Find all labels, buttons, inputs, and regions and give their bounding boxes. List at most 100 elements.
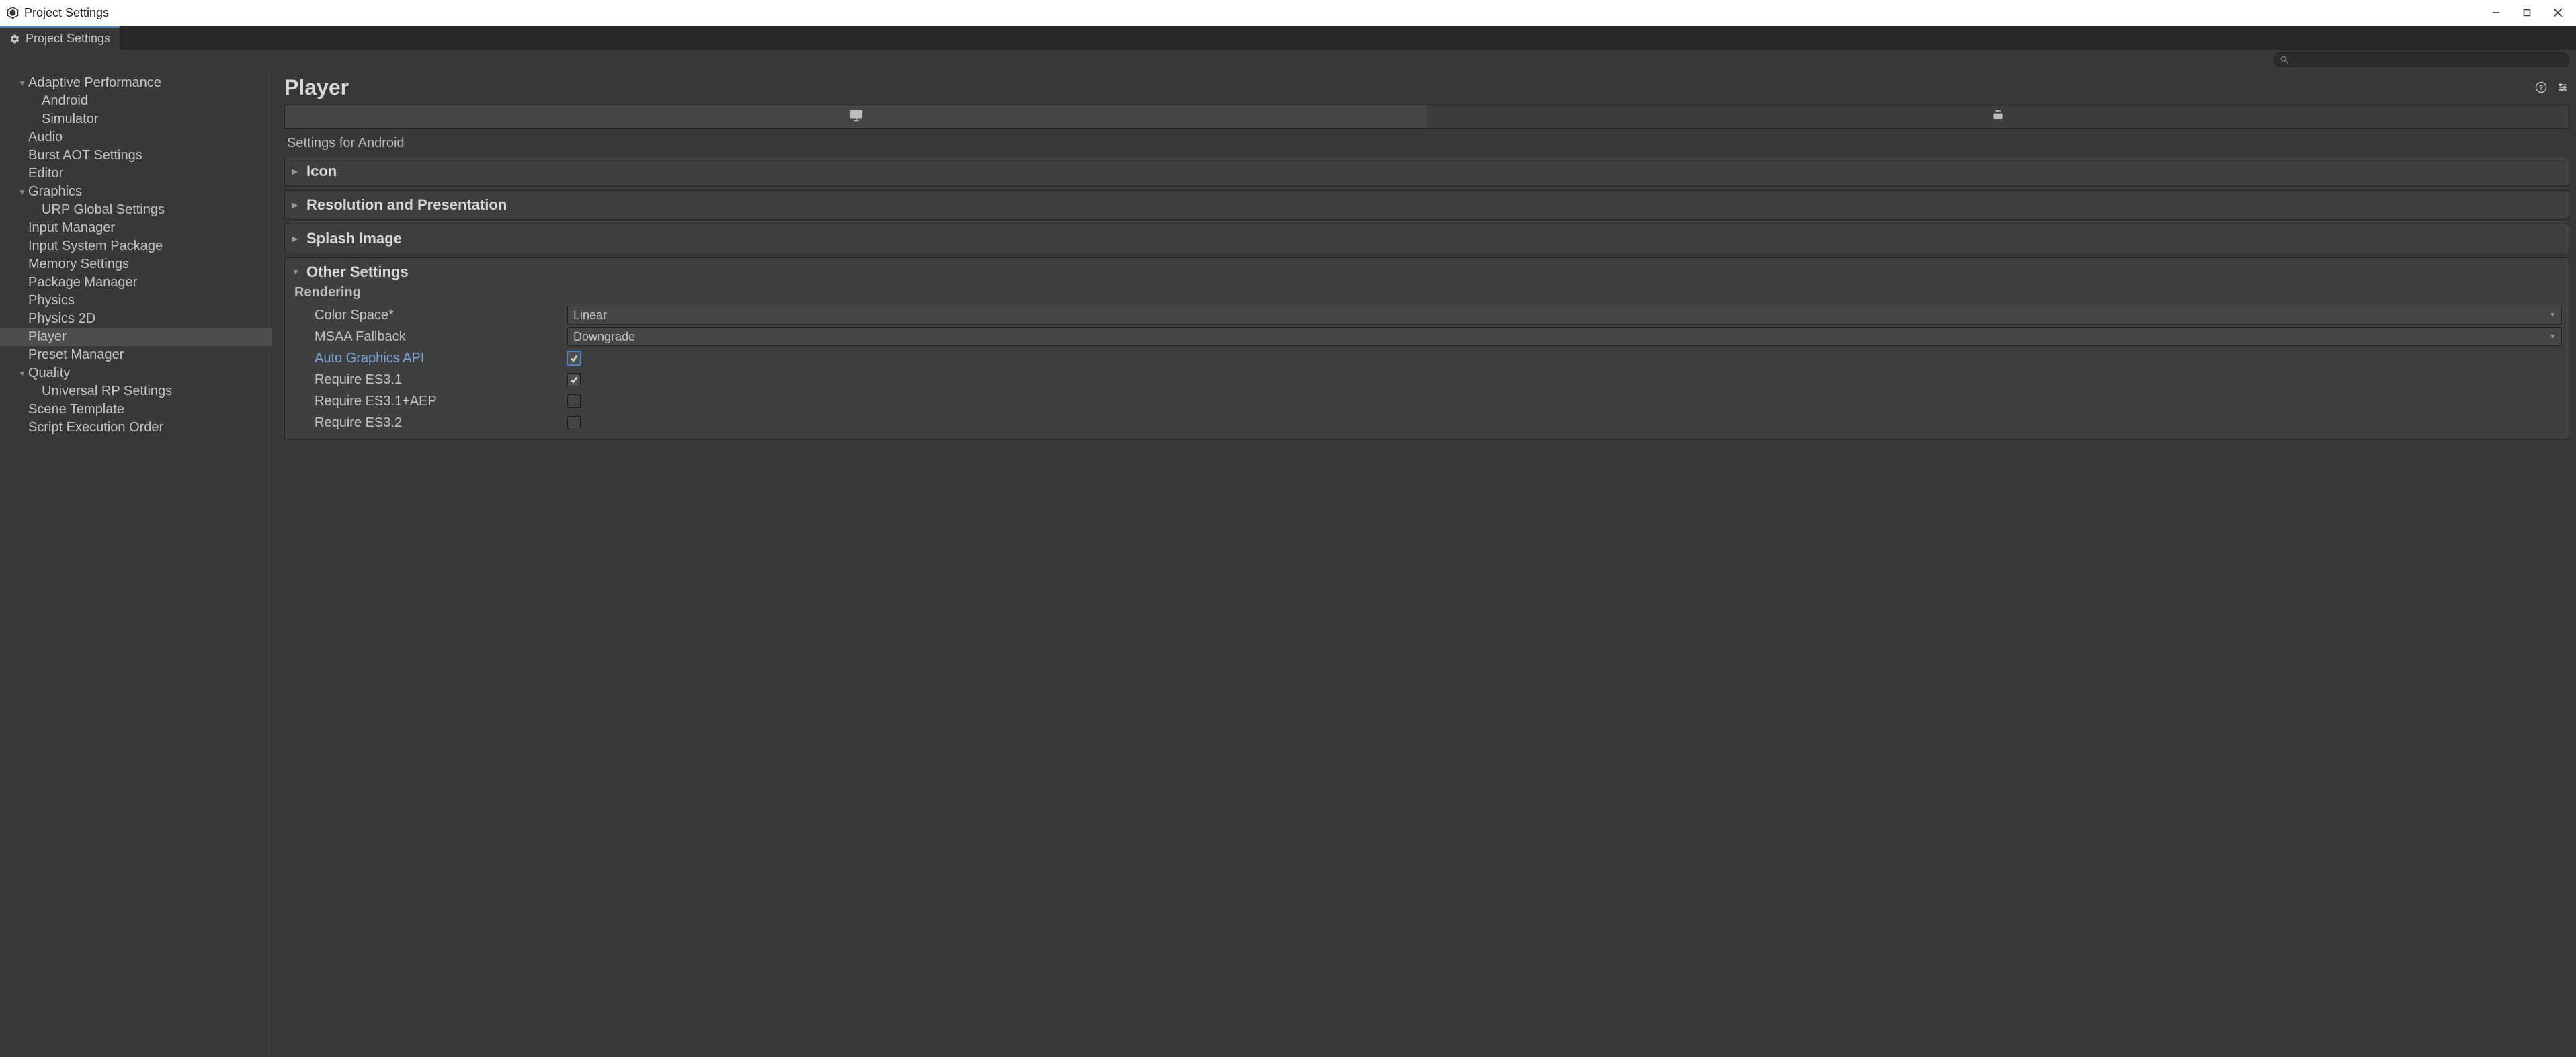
sidebar-item-simulator[interactable]: Simulator [0,110,272,128]
sidebar-item-label: Physics [28,293,75,308]
sidebar-item-label: Preset Manager [28,347,124,363]
platform-tab-standalone[interactable] [285,105,1427,128]
require-es31-checkbox[interactable] [567,373,581,386]
sidebar-item-label: Scene Template [28,402,124,417]
window-minimize-button[interactable] [2481,0,2511,26]
sidebar-item-urp-global-settings[interactable]: URP Global Settings [0,201,272,219]
sidebar-item-scene-template[interactable]: Scene Template [0,400,272,419]
sidebar-item-label: Memory Settings [28,257,129,272]
toolbar [0,50,2576,70]
msaa-fallback-dropdown[interactable]: Downgrade ▼ [567,327,2562,346]
property-require-es32: Require ES3.2 [292,412,2562,433]
platform-tab-android[interactable] [1427,105,2569,128]
tab-label: Project Settings [26,32,110,46]
sidebar-item-input-manager[interactable]: Input Manager [0,219,272,237]
sidebar-item-label: Universal RP Settings [42,384,172,399]
property-require-es31aep: Require ES3.1+AEP [292,390,2562,412]
sidebar-item-label: Simulator [42,112,98,127]
property-require-es31: Require ES3.1 [292,369,2562,390]
property-color-space: Color Space* Linear ▼ [292,304,2562,326]
property-auto-graphics-api: Auto Graphics API [292,347,2562,369]
foldout-label: Icon [306,163,337,180]
preset-icon[interactable] [2556,81,2569,94]
sidebar-item-input-system-package[interactable]: Input System Package [0,237,272,255]
property-label: Require ES3.2 [292,415,567,431]
sidebar-item-quality[interactable]: ▼Quality [0,364,272,382]
sidebar-item-label: Graphics [28,184,82,200]
chevron-right-icon: ▶ [292,200,300,210]
require-es32-checkbox[interactable] [567,416,581,429]
sidebar-item-android[interactable]: Android [0,92,272,110]
gear-icon [9,34,20,44]
sidebar-item-audio[interactable]: Audio [0,128,272,146]
require-es31aep-checkbox[interactable] [567,394,581,408]
sidebar-item-label: URP Global Settings [42,202,165,218]
sidebar-item-physics[interactable]: Physics [0,292,272,310]
foldout-resolution-presentation[interactable]: ▶ Resolution and Presentation [284,190,2569,220]
sidebar-item-label: Editor [28,166,63,181]
unity-icon [5,5,20,20]
sidebar-item-label: Script Execution Order [28,420,163,435]
sidebar-item-label: Package Manager [28,275,137,290]
sidebar-item-universal-rp-settings[interactable]: Universal RP Settings [0,382,272,400]
foldout-header[interactable]: ▼ Other Settings [292,263,2562,281]
rendering-heading: Rendering [294,285,2562,300]
svg-text:?: ? [2539,84,2543,92]
window-maximize-button[interactable] [2511,0,2542,26]
search-field-wrap[interactable] [2274,52,2569,67]
sidebar-item-burst-aot-settings[interactable]: Burst AOT Settings [0,146,272,165]
help-icon[interactable]: ? [2534,81,2548,94]
search-icon [2280,55,2289,65]
search-input[interactable] [2293,55,2563,65]
sidebar-item-label: Player [28,329,67,345]
color-space-dropdown[interactable]: Linear ▼ [567,306,2562,325]
window-titlebar: Project Settings [0,0,2576,26]
sidebar-item-player[interactable]: Player [0,328,272,346]
dropdown-value: Linear [573,308,607,323]
sidebar-item-label: Android [42,93,88,109]
chevron-down-icon: ▼ [17,79,27,88]
foldout-label: Other Settings [306,263,409,281]
sidebar-item-memory-settings[interactable]: Memory Settings [0,255,272,273]
property-label: Require ES3.1+AEP [292,394,567,409]
sidebar-item-package-manager[interactable]: Package Manager [0,273,272,292]
sidebar-item-editor[interactable]: Editor [0,165,272,183]
sidebar-item-graphics[interactable]: ▼Graphics [0,183,272,201]
android-icon [1991,109,2005,126]
sidebar-item-script-execution-order[interactable]: Script Execution Order [0,419,272,437]
chevron-down-icon: ▼ [2549,312,2556,319]
chevron-down-icon: ▼ [2549,333,2556,341]
sidebar-item-label: Physics 2D [28,311,95,327]
body: ▼Adaptive PerformanceAndroid SimulatorAud… [0,70,2576,1057]
monitor-icon [849,108,864,126]
sidebar-item-adaptive-performance[interactable]: ▼Adaptive Performance [0,74,272,92]
foldout-other-settings: ▼ Other Settings Rendering Color Space* … [284,257,2569,439]
sidebar-item-label: Burst AOT Settings [28,148,142,163]
tab-project-settings[interactable]: Project Settings [0,26,120,50]
main-header: Player ? [284,74,2569,101]
property-msaa-fallback: MSAA Fallback Downgrade ▼ [292,326,2562,347]
sidebar-item-physics-2d[interactable]: Physics 2D [0,310,272,328]
sidebar-item-label: Input Manager [28,220,115,236]
chevron-right-icon: ▶ [292,234,300,243]
foldout-splash-image[interactable]: ▶ Splash Image [284,224,2569,253]
property-label: Auto Graphics API [292,351,567,366]
auto-graphics-api-checkbox[interactable] [567,351,581,365]
chevron-down-icon: ▼ [17,369,27,378]
dropdown-value: Downgrade [573,330,635,344]
window-title: Project Settings [24,6,109,20]
sidebar-item-preset-manager[interactable]: Preset Manager [0,346,272,364]
sidebar: ▼Adaptive PerformanceAndroid SimulatorAud… [0,70,272,1057]
page-title: Player [284,75,349,100]
tab-strip: Project Settings [0,26,2576,50]
property-label: Require ES3.1 [292,372,567,388]
foldout-icon[interactable]: ▶ Icon [284,157,2569,186]
window-close-button[interactable] [2542,0,2573,26]
chevron-down-icon: ▼ [17,187,27,197]
sidebar-item-label: Quality [28,366,70,381]
property-label: MSAA Fallback [292,329,567,345]
section-label: Settings for Android [287,136,2569,151]
chevron-right-icon: ▶ [292,167,300,176]
foldout-label: Splash Image [306,230,402,247]
foldout-label: Resolution and Presentation [306,196,507,214]
